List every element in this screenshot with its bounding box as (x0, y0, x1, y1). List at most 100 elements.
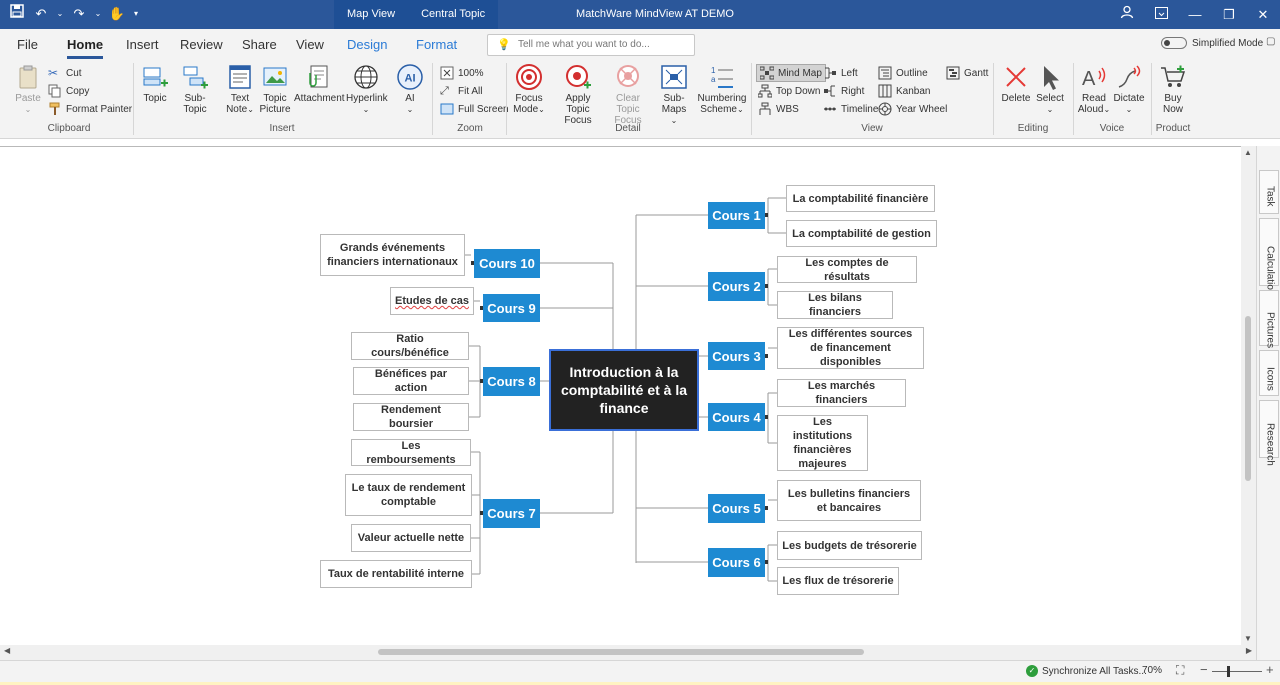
fit-to-window-icon[interactable]: ⛶ (1176, 663, 1184, 678)
side-tab-icons[interactable]: Icons (1259, 350, 1279, 396)
clear-topic-focus-button[interactable]: Clear Topic Focus (604, 63, 652, 126)
read-aloud-button[interactable]: A Read Aloud⌄ (1077, 63, 1111, 115)
buy-now-button[interactable]: Buy Now (1156, 63, 1190, 115)
central-topic[interactable]: Introduction à la comptabilité et à la f… (549, 349, 699, 431)
cut-button[interactable]: ✂ Cut (48, 65, 82, 81)
subtopic-node[interactable]: Les bulletins financiers et bancaires (777, 480, 921, 521)
ai-button[interactable]: AI AI ⌄ (396, 63, 424, 115)
mind-map-view-button[interactable]: Mind Map (756, 64, 826, 82)
subtopic-node[interactable]: Valeur actuelle nette (351, 524, 471, 552)
subtopic-node[interactable]: Ratio cours/bénéfice (351, 332, 469, 360)
subtopic-node[interactable]: Les différentes sources de financement d… (777, 327, 924, 369)
subtopic-button[interactable]: Sub-Topic (173, 63, 217, 115)
course-node-8[interactable]: Cours 8 (483, 367, 540, 396)
save-icon[interactable] (8, 4, 26, 24)
left-view-button[interactable]: Left (823, 65, 858, 81)
touch-mode-icon[interactable]: ✋ (108, 4, 126, 24)
tab-review[interactable]: Review (180, 37, 223, 52)
side-tab-research[interactable]: Research (1259, 400, 1279, 466)
course-node-10[interactable]: Cours 10 (474, 249, 540, 278)
subtopic-node[interactable]: La comptabilité financière (786, 185, 935, 212)
sub-maps-button[interactable]: Sub-Maps ⌄ (652, 63, 696, 126)
course-node-9[interactable]: Cours 9 (483, 294, 540, 322)
scroll-right-icon[interactable]: ▶ (1246, 646, 1252, 655)
course-node-4[interactable]: Cours 4 (708, 403, 765, 431)
wbs-view-button[interactable]: WBS (758, 101, 799, 117)
course-node-7[interactable]: Cours 7 (483, 499, 540, 528)
context-tab-central-topic[interactable]: Central Topic (408, 0, 498, 29)
right-view-button[interactable]: Right (823, 83, 864, 99)
tab-view[interactable]: View (296, 37, 324, 52)
course-node-6[interactable]: Cours 6 (708, 548, 765, 577)
topic-picture-button[interactable]: Topic Picture (259, 63, 291, 115)
undo-icon[interactable]: ↶ (32, 4, 50, 24)
redo-dropdown-icon[interactable]: ⌄ (94, 4, 102, 24)
hyperlink-button[interactable]: Hyperlink ⌄ (346, 63, 388, 115)
outline-view-button[interactable]: Outline (878, 65, 928, 81)
zoom-slider-knob[interactable] (1227, 666, 1230, 677)
side-tab-task[interactable]: Task (1259, 170, 1279, 214)
tab-format[interactable]: Format (416, 37, 457, 52)
tab-share[interactable]: Share (242, 37, 277, 52)
full-screen-button[interactable]: Full Screen (440, 101, 509, 117)
focus-mode-button[interactable]: Focus Mode⌄ (511, 63, 547, 115)
select-button[interactable]: Select ⌄ (1034, 63, 1066, 115)
kanban-view-button[interactable]: Kanban (878, 83, 930, 99)
zoom-slider[interactable] (1212, 666, 1262, 677)
subtopic-node[interactable]: Les budgets de trésorerie (777, 531, 922, 560)
subtopic-node[interactable]: Le taux de rendement comptable (345, 474, 472, 516)
fit-all-button[interactable]: ⤢ Fit All (440, 83, 482, 99)
zoom-out-icon[interactable]: − (1200, 662, 1208, 677)
subtopic-node[interactable]: Les remboursements (351, 439, 471, 466)
subtopic-node[interactable]: Rendement boursier (353, 403, 469, 431)
course-node-2[interactable]: Cours 2 (708, 272, 765, 301)
timeline-view-button[interactable]: Timeline (823, 101, 878, 117)
subtopic-node[interactable]: Taux de rentabilité interne (320, 560, 472, 588)
apply-topic-focus-button[interactable]: Apply Topic Focus (552, 63, 604, 126)
paste-button[interactable]: Paste ⌄ (12, 63, 44, 115)
ribbon-display-icon[interactable] (1144, 0, 1178, 29)
scroll-left-icon[interactable]: ◀ (4, 646, 10, 655)
zoom-in-icon[interactable]: + (1266, 662, 1274, 677)
delete-button[interactable]: Delete (1000, 63, 1032, 104)
subtopic-node[interactable]: Bénéfices par action (353, 367, 469, 395)
subtopic-node[interactable]: Les marchés financiers (777, 379, 906, 407)
collapse-ribbon-icon[interactable]: ▢ (1266, 36, 1275, 47)
scroll-down-icon[interactable]: ▼ (1244, 634, 1252, 643)
synchronize-tasks[interactable]: ✓ Synchronize All Tasks... (1026, 665, 1147, 677)
topic-button[interactable]: Topic (140, 63, 170, 104)
zoom-100-button[interactable]: 100% (440, 65, 484, 81)
dictate-button[interactable]: Dictate ⌄ (1112, 63, 1146, 115)
subtopic-node[interactable]: Les institutions financières majeures (777, 415, 868, 471)
course-node-3[interactable]: Cours 3 (708, 342, 765, 370)
vertical-scrollbar[interactable]: ▲ ▼ (1241, 146, 1256, 645)
subtopic-node[interactable]: Etudes de cas (390, 287, 474, 315)
course-node-5[interactable]: Cours 5 (708, 494, 765, 523)
format-painter-button[interactable]: Format Painter (48, 101, 132, 117)
vertical-scroll-thumb[interactable] (1245, 316, 1251, 481)
context-tab-map-view[interactable]: Map View (334, 0, 408, 29)
side-tab-calculation[interactable]: Calculation (1259, 218, 1279, 295)
side-tab-pictures[interactable]: Pictures (1259, 290, 1279, 348)
zoom-level[interactable]: 70% (1142, 665, 1162, 676)
redo-icon[interactable]: ↷ (70, 4, 88, 24)
text-note-button[interactable]: Text Note⌄ (225, 63, 255, 115)
close-icon[interactable]: ✕ (1246, 0, 1280, 29)
attachment-button[interactable]: Attachment (294, 63, 345, 104)
maximize-icon[interactable]: ❐ (1212, 0, 1246, 29)
tell-me-search[interactable]: 💡 Tell me what you want to do... (487, 34, 695, 56)
subtopic-node[interactable]: La comptabilité de gestion (786, 220, 937, 247)
customize-qat-icon[interactable]: ▾ (132, 4, 140, 24)
scroll-up-icon[interactable]: ▲ (1244, 148, 1252, 157)
copy-button[interactable]: Copy (48, 83, 89, 99)
subtopic-node[interactable]: Les bilans financiers (777, 291, 893, 319)
map-canvas[interactable]: Introduction à la comptabilité et à la f… (0, 146, 1241, 645)
account-icon[interactable] (1110, 0, 1144, 29)
minimize-icon[interactable]: — (1178, 0, 1212, 29)
subtopic-node[interactable]: Grands événements financiers internation… (320, 234, 465, 276)
simplified-mode-toggle[interactable]: Simplified Mode (1161, 37, 1263, 49)
toggle-switch[interactable] (1161, 37, 1187, 49)
subtopic-node[interactable]: Les flux de trésorerie (777, 567, 899, 595)
undo-dropdown-icon[interactable]: ⌄ (56, 4, 64, 24)
horizontal-scroll-thumb[interactable] (378, 649, 864, 655)
